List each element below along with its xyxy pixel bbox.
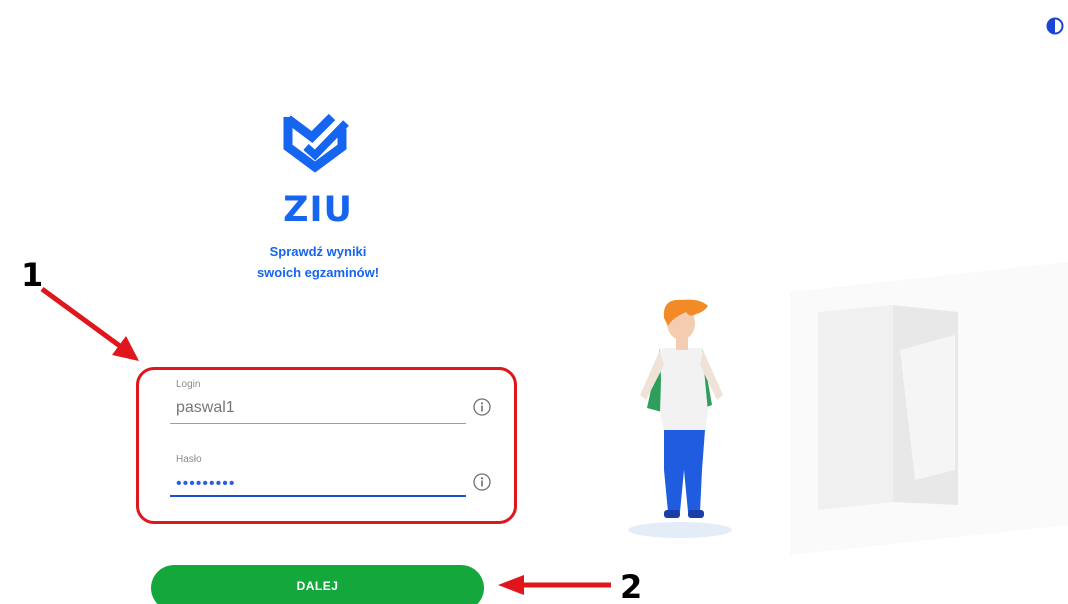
highlight-box	[136, 367, 517, 524]
student-illustration	[628, 299, 732, 538]
tagline: Sprawdź wyniki swoich egzaminów!	[218, 241, 418, 283]
ziu-logo-icon	[283, 113, 349, 173]
brand-name: ZIU	[283, 190, 353, 230]
door-illustration	[790, 262, 1068, 555]
annotation-arrow-1	[40, 286, 139, 361]
contrast-icon[interactable]	[1046, 17, 1064, 35]
annotation-marker-1: 1	[21, 256, 44, 294]
tagline-line-2: swoich egzaminów!	[256, 265, 380, 280]
tagline-line-1: Sprawdź wyniki	[269, 244, 367, 259]
dalej-button[interactable]: DALEJ	[151, 565, 484, 604]
annotation-marker-2: 2	[620, 568, 643, 604]
annotation-arrow-2	[498, 575, 611, 595]
